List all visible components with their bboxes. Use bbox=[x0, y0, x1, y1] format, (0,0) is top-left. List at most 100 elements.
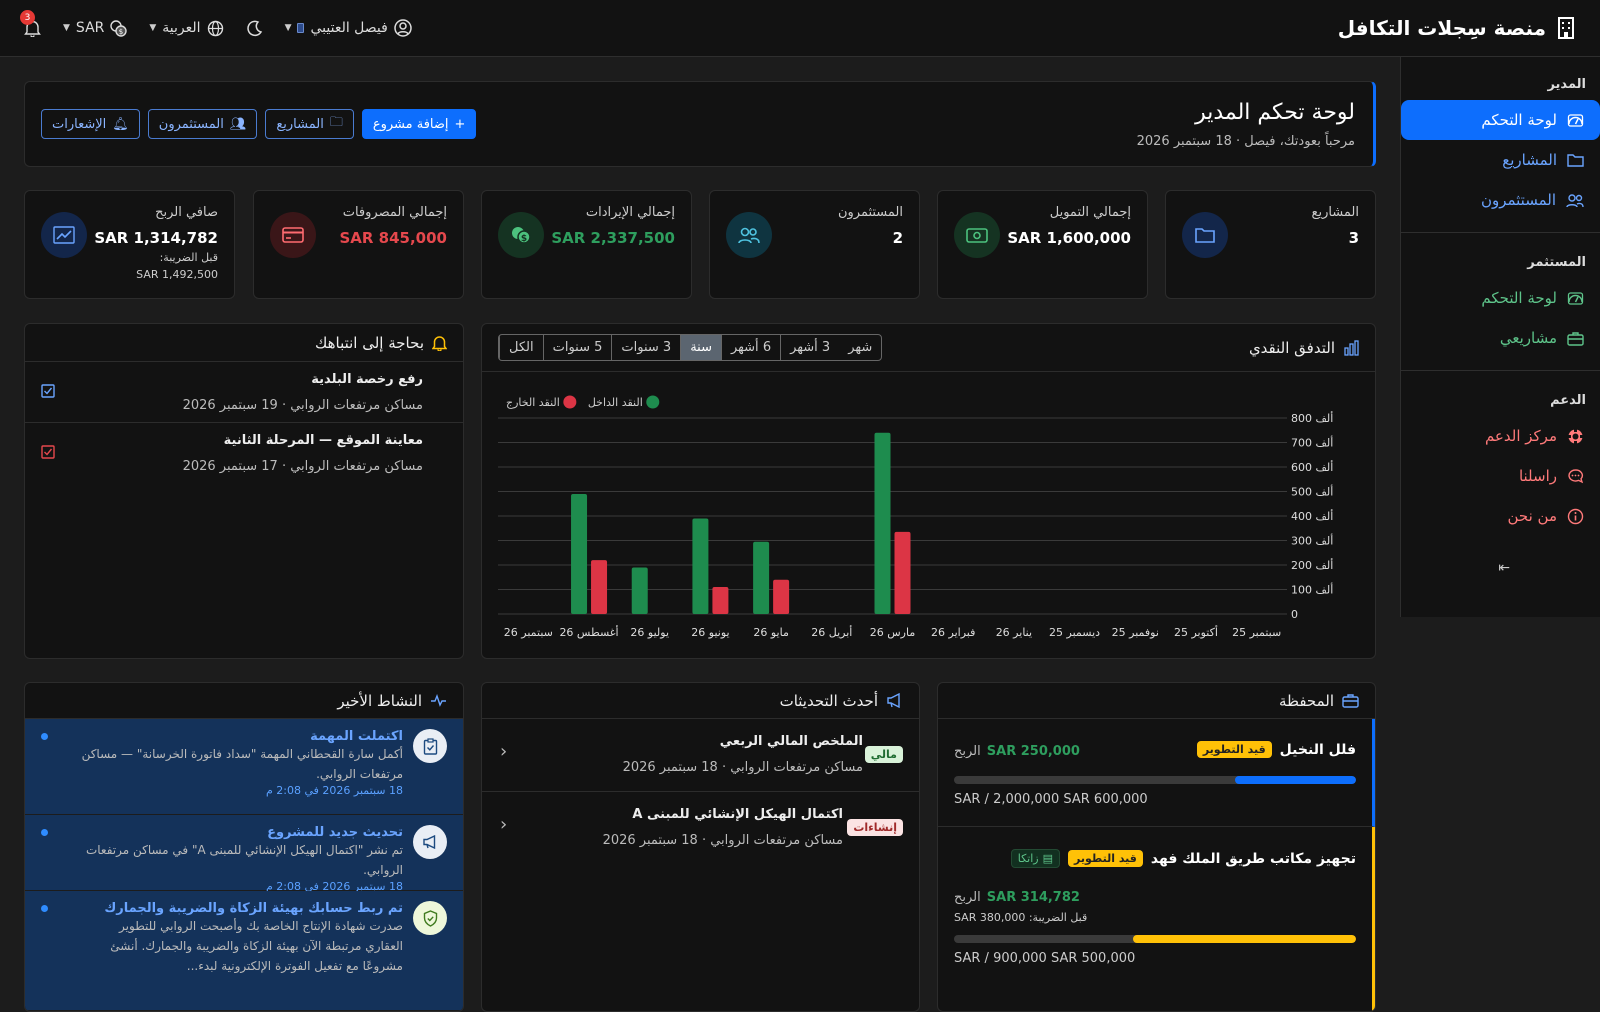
sidebar-section-title: الدعم bbox=[1550, 393, 1586, 408]
checkbox-icon[interactable] bbox=[41, 384, 55, 398]
top-bar: منصة سِجلات التكافل فيصل العتيبي ▼ العرب… bbox=[0, 0, 1600, 57]
stat-card-net-profit[interactable]: صافي الربح 1,314,782 SAR قبل الضريبة: 1,… bbox=[24, 190, 235, 299]
status-badge: قيد التطوير bbox=[1068, 850, 1143, 867]
checkbox-icon[interactable] bbox=[41, 445, 55, 459]
activity-item[interactable]: تحديث جديد للمشروع تم نشر "اكتمال الهيكل… bbox=[25, 815, 463, 893]
attention-item[interactable]: رفع رخصة البلدية مساكن مرتفعات الروابي ·… bbox=[25, 362, 463, 423]
x-tick-label: نوفمبر 25 bbox=[1112, 626, 1159, 639]
range-option[interactable]: 3 أشهر bbox=[780, 335, 839, 360]
main-content: لوحة تحكم المدير مرحباً بعودتك، فيصل · 1… bbox=[0, 57, 1400, 1012]
update-sub: مساكن مرتفعات الروابي · 18 سبتمبر 2026 bbox=[622, 760, 863, 775]
brand[interactable]: منصة سِجلات التكافل bbox=[1338, 16, 1576, 40]
sidebar-item-investor-dashboard[interactable]: لوحة التحكم bbox=[1401, 278, 1600, 318]
bell-icon: 🔔︎ bbox=[112, 116, 129, 132]
stat-card-investors[interactable]: المستثمرون 2 bbox=[709, 190, 920, 299]
sidebar-item-contact[interactable]: راسلنا bbox=[1401, 456, 1600, 496]
stat-card-expenses[interactable]: إجمالي المصروفات 845,000 SAR bbox=[253, 190, 464, 299]
portfolio-title: المحفظة bbox=[1279, 692, 1359, 710]
activity-item[interactable]: اكتملت المهمة أكمل سارة القحطاني المهمة … bbox=[25, 719, 463, 815]
portfolio-item[interactable]: تجهيز مكاتب طريق الملك فهد قيد التطوير ▤… bbox=[938, 827, 1375, 1011]
funding-amounts: 600,000 SAR / 2,000,000 SAR bbox=[954, 792, 1148, 807]
activity-item-title: تحديث جديد للمشروع bbox=[267, 825, 403, 840]
sidebar: المدير لوحة التحكم المشاريع المستثمرون ا… bbox=[1400, 57, 1600, 617]
chevron-left-icon[interactable]: ‹ bbox=[500, 814, 507, 835]
stat-card-projects[interactable]: المشاريع 3 bbox=[1165, 190, 1376, 299]
range-selector: شهر 3 أشهر 6 أشهر سنة 3 سنوات 5 سنوات ال… bbox=[498, 334, 883, 361]
range-option[interactable]: الكل bbox=[499, 335, 543, 360]
activity-title-text: النشاط الأخير bbox=[337, 691, 422, 710]
update-item[interactable]: إنشاءات اكتمال الهيكل الإنشائي للمبنى A … bbox=[482, 792, 919, 865]
zatca-badge: ▤ زاتكا bbox=[1010, 849, 1061, 868]
language-menu[interactable]: العربية ▼ bbox=[149, 20, 223, 37]
button-label: المشاريع bbox=[276, 116, 324, 132]
update-item[interactable]: مالي الملخص المالي الربعي مساكن مرتفعات … bbox=[482, 719, 919, 792]
updates-title-text: أحدث التحديثات bbox=[779, 691, 878, 710]
attention-item-sub: مساكن مرتفعات الروابي · 19 سبتمبر 2026 bbox=[182, 398, 423, 413]
sidebar-item-support-center[interactable]: مركز الدعم bbox=[1401, 416, 1600, 456]
notifications-button[interactable]: 🔔︎ الإشعارات bbox=[41, 109, 140, 139]
attention-title: بحاجة إلى انتباهك bbox=[315, 334, 447, 352]
svg-text:$: $ bbox=[521, 234, 527, 244]
investors-button[interactable]: 👥︎ المستثمرون bbox=[147, 109, 258, 139]
cashflow-title-text: التدفق النقدي bbox=[1248, 338, 1335, 357]
app-title: منصة سِجلات التكافل bbox=[1337, 16, 1546, 40]
chevron-left-icon[interactable]: ‹ bbox=[500, 741, 507, 762]
button-label: الإشعارات bbox=[52, 116, 107, 132]
activity-item-time: 18 سبتمبر 2026 في 2:08 م bbox=[265, 784, 403, 797]
cash-out-bar bbox=[894, 531, 911, 614]
sidebar-item-investors[interactable]: المستثمرون bbox=[1401, 180, 1600, 220]
range-option[interactable]: 5 سنوات bbox=[542, 335, 612, 360]
sidebar-item-about[interactable]: من نحن bbox=[1401, 496, 1600, 536]
attention-item[interactable]: معاينة الموقع — المرحلة الثانية مساكن مر… bbox=[25, 423, 463, 484]
user-circle-icon bbox=[394, 19, 412, 37]
range-option[interactable]: 3 سنوات bbox=[611, 335, 680, 360]
cash-in-bar bbox=[692, 518, 709, 614]
stat-card-funding[interactable]: إجمالي التمويل 1,600,000 SAR bbox=[937, 190, 1148, 299]
chat-bubble-icon bbox=[1568, 468, 1584, 483]
x-tick-label: يناير 26 bbox=[996, 626, 1032, 639]
range-option[interactable]: 6 أشهر bbox=[721, 335, 780, 360]
cash-out-bar bbox=[712, 587, 729, 614]
sidebar-item-projects[interactable]: المشاريع bbox=[1401, 140, 1600, 180]
cash-out-bar bbox=[591, 560, 608, 614]
sidebar-item-label: المشاريع bbox=[1502, 151, 1557, 169]
theme-toggle[interactable] bbox=[246, 20, 263, 37]
collapse-sidebar-icon[interactable]: ⇤ bbox=[1498, 560, 1510, 576]
stat-label: صافي الربح bbox=[155, 205, 218, 220]
notifications-bell[interactable]: 3 bbox=[20, 10, 41, 37]
chevron-down-icon: ▼ bbox=[63, 23, 70, 33]
projects-button[interactable]: 🗀 المشاريع bbox=[265, 109, 354, 139]
page-title: لوحة تحكم المدير bbox=[1195, 100, 1355, 125]
coins-icon: $ bbox=[498, 212, 544, 258]
sidebar-item-my-projects[interactable]: مشاريعي bbox=[1401, 318, 1600, 358]
x-tick-label: مارس 26 bbox=[870, 626, 916, 639]
sidebar-item-label: المستثمرون bbox=[1480, 191, 1556, 209]
currency-menu[interactable]: $ SAR ▼ bbox=[63, 19, 128, 37]
category-badge: مالي bbox=[864, 746, 903, 763]
folder-icon bbox=[1567, 153, 1584, 167]
y-tick-label: 400 ألف bbox=[1291, 509, 1333, 523]
x-tick-label: أكتوبر 25 bbox=[1174, 625, 1218, 639]
portfolio-item[interactable]: فلل النخيل قيد التطوير 250,000 SAR الربح… bbox=[938, 719, 1375, 827]
users-icon bbox=[726, 212, 772, 258]
building-icon bbox=[1558, 17, 1574, 39]
user-menu[interactable]: فيصل العتيبي ▼ bbox=[285, 19, 412, 37]
x-tick-label: يونيو 26 bbox=[691, 626, 729, 639]
activity-item[interactable]: تم ربط حسابك بهيئة الزكاة والضريبة والجم… bbox=[25, 891, 463, 1011]
sidebar-item-admin-dashboard[interactable]: لوحة التحكم bbox=[1401, 100, 1600, 140]
profit-value: 250,000 SAR bbox=[986, 744, 1080, 759]
page-subtitle: مرحباً بعودتك، فيصل · 18 سبتمبر 2026 bbox=[1136, 134, 1355, 149]
range-option[interactable]: شهر bbox=[839, 335, 881, 360]
cash-icon bbox=[954, 212, 1000, 258]
bar-chart-icon bbox=[1344, 339, 1359, 356]
x-tick-label: سبتمبر 25 bbox=[1232, 626, 1281, 639]
users-icon: 👥︎ bbox=[229, 116, 247, 132]
legend-label: النقد الداخل bbox=[588, 396, 643, 409]
sidebar-item-label: من نحن bbox=[1507, 507, 1558, 525]
range-option-active[interactable]: سنة bbox=[680, 335, 721, 360]
plus-icon: + bbox=[454, 116, 466, 132]
add-project-button[interactable]: + إضافة مشروع bbox=[361, 109, 477, 139]
stat-value: 2,337,500 SAR bbox=[551, 229, 675, 247]
stat-card-revenue[interactable]: إجمالي الإيرادات 2,337,500 SAR $ bbox=[481, 190, 692, 299]
stat-label: المستثمرون bbox=[837, 205, 903, 220]
